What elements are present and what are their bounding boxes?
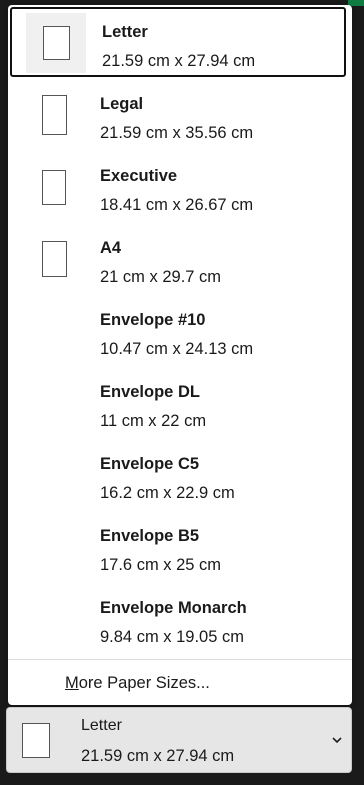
paper-size-item-envelope-10[interactable]: Envelope #10 10.47 cm x 24.13 cm: [8, 295, 352, 367]
more-paper-sizes-accelerator: M: [65, 674, 79, 692]
paper-executive-icon: [24, 157, 84, 217]
paper-size-item-a4[interactable]: A4 21 cm x 29.7 cm: [8, 223, 352, 295]
paper-size-item-envelope-b5[interactable]: Envelope B5 17.6 cm x 25 cm: [8, 511, 352, 583]
paper-size-name: Envelope B5: [100, 527, 200, 545]
paper-size-dimensions: 21.59 cm x 35.56 cm: [100, 124, 254, 142]
combo-paper-size-name: Letter: [81, 717, 122, 734]
chevron-down-icon[interactable]: [331, 735, 343, 745]
paper-size-item-executive[interactable]: Executive 18.41 cm x 26.67 cm: [8, 151, 352, 223]
paper-size-item-legal[interactable]: Legal 21.59 cm x 35.56 cm: [8, 79, 352, 151]
paper-a4-icon: [24, 229, 84, 289]
paper-size-dimensions: 21.59 cm x 27.94 cm: [102, 52, 256, 70]
paper-size-dimensions: 18.41 cm x 26.67 cm: [100, 196, 254, 214]
more-paper-sizes-label: ore Paper Sizes...: [78, 674, 210, 692]
paper-size-item-letter[interactable]: Letter 21.59 cm x 27.94 cm: [10, 7, 346, 77]
paper-size-combobox[interactable]: Letter 21.59 cm x 27.94 cm: [6, 707, 352, 773]
paper-size-name: Envelope Monarch: [100, 599, 247, 617]
paper-letter-icon: [26, 13, 86, 73]
paper-size-dimensions: 17.6 cm x 25 cm: [100, 556, 222, 574]
paper-size-name: Envelope C5: [100, 455, 200, 473]
paper-size-name: Legal: [100, 95, 144, 113]
paper-size-name: A4: [100, 239, 122, 257]
paper-size-name: Executive: [100, 167, 178, 185]
paper-size-dropdown: Letter 21.59 cm x 27.94 cm Legal 21.59 c…: [8, 5, 352, 705]
paper-size-name: Envelope DL: [100, 383, 200, 401]
paper-size-item-envelope-monarch[interactable]: Envelope Monarch 9.84 cm x 19.05 cm: [8, 583, 352, 655]
menu-divider: [8, 659, 352, 660]
paper-size-dimensions: 10.47 cm x 24.13 cm: [100, 340, 254, 358]
paper-size-item-envelope-c5[interactable]: Envelope C5 16.2 cm x 22.9 cm: [8, 439, 352, 511]
paper-size-item-envelope-dl[interactable]: Envelope DL 11 cm x 22 cm: [8, 367, 352, 439]
paper-size-dimensions: 11 cm x 22 cm: [100, 412, 207, 430]
paper-size-dimensions: 9.84 cm x 19.05 cm: [100, 628, 244, 646]
more-paper-sizes-button[interactable]: More Paper Sizes...: [65, 674, 210, 693]
paper-size-dimensions: 21 cm x 29.7 cm: [100, 268, 222, 286]
paper-size-name: Envelope #10: [100, 311, 206, 329]
paper-letter-icon: [20, 720, 52, 760]
paper-size-dimensions: 16.2 cm x 22.9 cm: [100, 484, 235, 502]
combo-paper-size-dimensions: 21.59 cm x 27.94 cm: [81, 747, 235, 765]
paper-size-name: Letter: [102, 23, 148, 41]
paper-legal-icon: [24, 85, 84, 145]
